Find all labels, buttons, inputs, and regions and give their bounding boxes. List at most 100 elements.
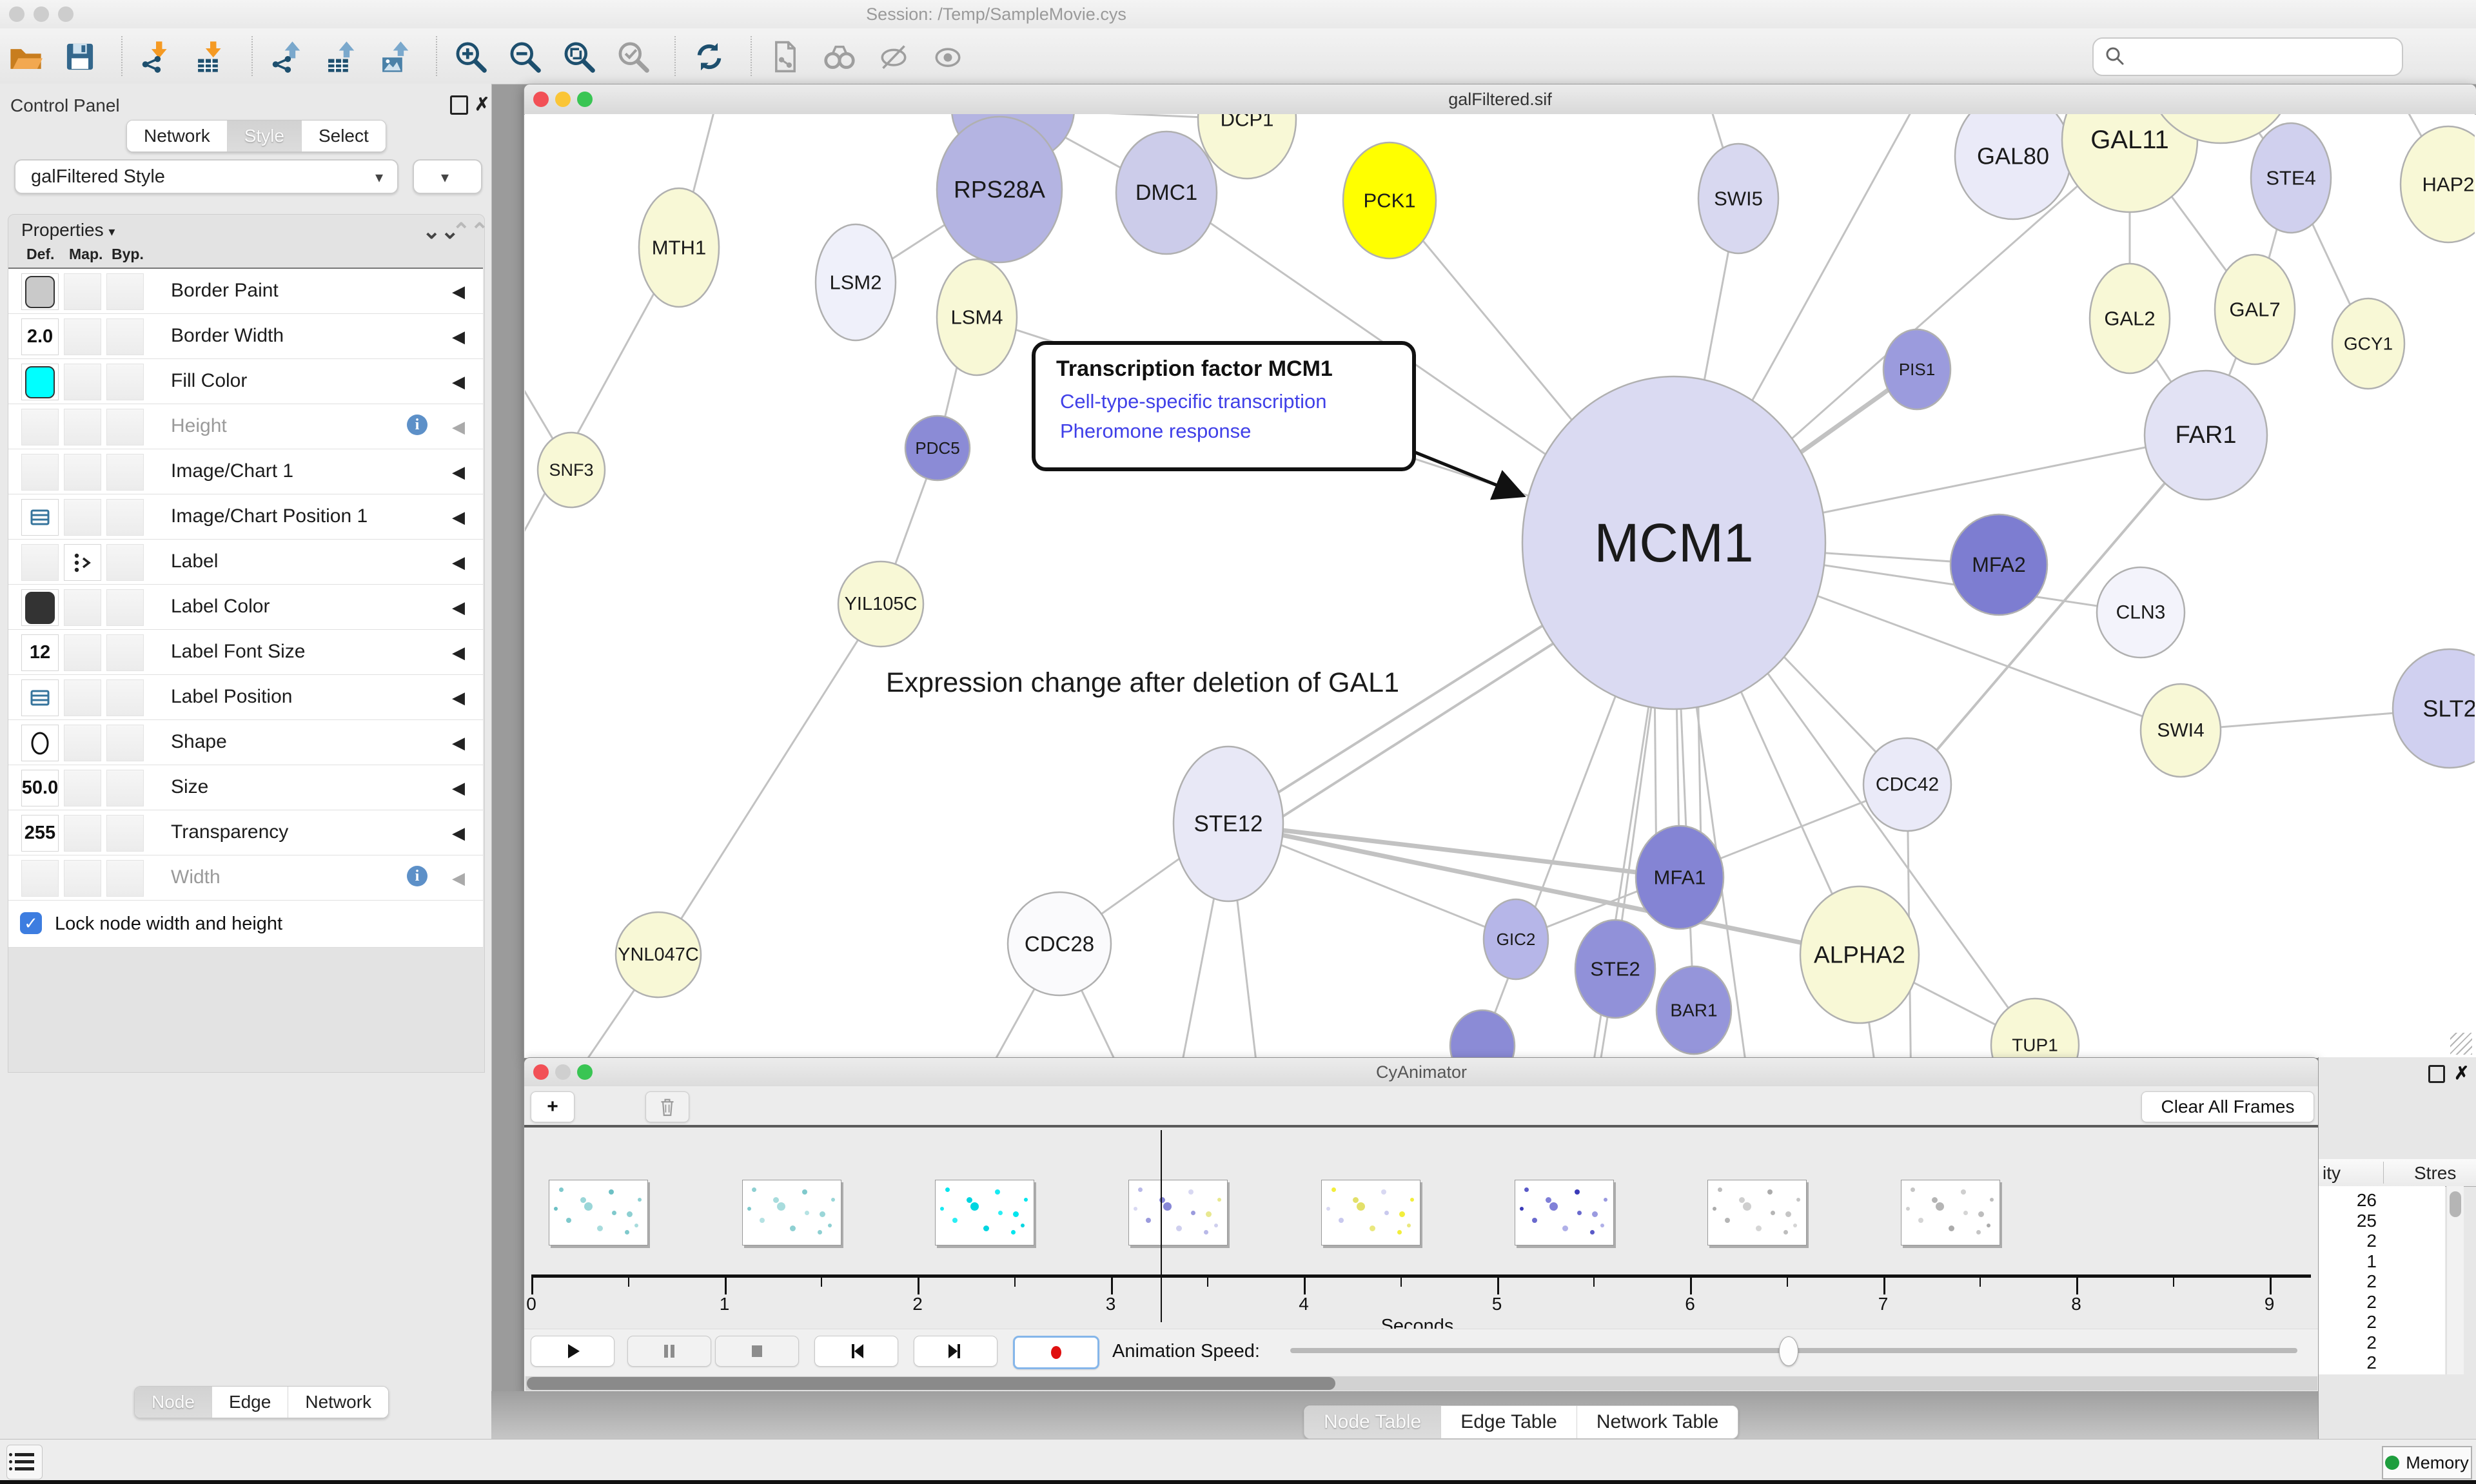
tab-node[interactable]: Node xyxy=(135,1387,212,1418)
horizontal-scrollbar[interactable] xyxy=(526,1376,2317,1391)
table-cell[interactable]: 2 xyxy=(2319,1312,2377,1332)
network-node-CLN3[interactable]: CLN3 xyxy=(2097,567,2185,658)
zoom-selected-button[interactable] xyxy=(613,37,654,76)
network-node-MFA1[interactable]: MFA1 xyxy=(1636,826,1724,929)
table-cell[interactable]: 2 xyxy=(2319,1231,2377,1251)
keyframe-thumbnail-2s[interactable] xyxy=(935,1180,1034,1245)
table-cell[interactable]: 2 xyxy=(2319,1333,2377,1352)
open-session-button[interactable] xyxy=(5,37,46,76)
property-row[interactable]: 2.0Border Width◀ xyxy=(8,314,483,359)
expand-property-icon[interactable]: ◀ xyxy=(452,823,465,843)
properties-header[interactable]: Properties ▾ xyxy=(21,220,115,240)
lock-checkbox[interactable]: ✓ xyxy=(20,912,42,934)
tab-network[interactable]: Network xyxy=(288,1387,388,1418)
tab-node-table[interactable]: Node Table xyxy=(1304,1406,1441,1438)
refresh-layout-button[interactable] xyxy=(689,37,730,76)
network-node-MFA2[interactable]: MFA2 xyxy=(1950,514,2047,615)
network-node-SWI5[interactable]: SWI5 xyxy=(1698,144,1778,253)
network-node-SLT2[interactable]: SLT2 xyxy=(2393,649,2475,768)
property-bypass-cell[interactable] xyxy=(106,725,144,761)
add-frame-button[interactable]: + xyxy=(531,1091,575,1122)
property-row[interactable]: Widthi◀ xyxy=(8,855,483,901)
table-body[interactable]: 26252122222 xyxy=(2319,1186,2445,1374)
network-node-STE12[interactable]: STE12 xyxy=(1174,747,1283,901)
play-button[interactable] xyxy=(531,1336,614,1367)
network-node-LSM4[interactable]: LSM4 xyxy=(937,259,1017,375)
annotation-link[interactable]: Pheromone response xyxy=(1060,420,1251,443)
close-panel-icon[interactable]: ✗ xyxy=(475,95,489,113)
property-row[interactable]: Border Paint◀ xyxy=(8,269,483,314)
property-default-cell[interactable]: 50.0 xyxy=(21,770,59,806)
property-bypass-cell[interactable] xyxy=(106,454,144,491)
property-row[interactable]: Image/Chart Position 1◀ xyxy=(8,494,483,540)
table-cell[interactable]: 26 xyxy=(2319,1190,2377,1210)
cyanimator-titlebar[interactable]: CyAnimator xyxy=(524,1058,2319,1087)
network-node-FAR1[interactable]: FAR1 xyxy=(2145,371,2267,500)
network-window-titlebar[interactable]: galFiltered.sif xyxy=(524,84,2476,115)
expand-property-icon[interactable]: ◀ xyxy=(452,282,465,302)
property-bypass-cell[interactable] xyxy=(106,409,144,445)
tab-edge-table[interactable]: Edge Table xyxy=(1441,1406,1577,1438)
vertical-scrollbar[interactable] xyxy=(2446,1186,2464,1374)
expand-property-icon[interactable]: ◀ xyxy=(452,733,465,753)
export-image-button[interactable] xyxy=(374,37,415,76)
network-node-ALPHA2[interactable]: ALPHA2 xyxy=(1800,886,1919,1023)
expand-property-icon[interactable]: ◀ xyxy=(452,372,465,392)
property-mapping-cell[interactable] xyxy=(64,634,101,671)
network-node-YIL105C[interactable]: YIL105C xyxy=(838,561,923,647)
timeline-playhead[interactable] xyxy=(1161,1130,1162,1322)
delete-frame-button[interactable] xyxy=(645,1091,689,1122)
property-default-cell[interactable]: 12 xyxy=(21,634,59,671)
property-row[interactable]: 50.0Size◀ xyxy=(8,765,483,810)
property-bypass-cell[interactable] xyxy=(106,634,144,671)
expand-property-icon[interactable]: ◀ xyxy=(452,868,465,888)
cyanimator-timeline[interactable]: 0123456789 Seconds xyxy=(524,1128,2319,1329)
property-bypass-cell[interactable] xyxy=(106,815,144,852)
property-bypass-cell[interactable] xyxy=(106,679,144,716)
keyframe-thumbnail-3s[interactable] xyxy=(1128,1180,1228,1245)
network-node-PDC5[interactable]: PDC5 xyxy=(905,416,970,480)
property-mapping-cell[interactable] xyxy=(64,725,101,761)
property-bypass-cell[interactable] xyxy=(106,273,144,310)
expand-property-icon[interactable]: ◀ xyxy=(452,327,465,347)
float-panel-icon[interactable] xyxy=(450,95,468,115)
expand-property-icon[interactable]: ◀ xyxy=(452,643,465,663)
window-minimize-icon[interactable] xyxy=(34,6,49,22)
network-node-BLUE1[interactable] xyxy=(1450,1010,1515,1057)
network-node-LSM2[interactable]: LSM2 xyxy=(816,224,896,340)
property-mapping-cell[interactable] xyxy=(64,860,101,897)
expand-property-icon[interactable]: ◀ xyxy=(452,462,465,482)
annotation-box[interactable]: Transcription factor MCM1 Cell-type-spec… xyxy=(1032,341,1416,471)
style-selector[interactable]: galFiltered Style ▾ xyxy=(14,159,398,194)
network-node-GAL80[interactable]: GAL80 xyxy=(1955,114,2071,219)
import-network-button[interactable] xyxy=(135,37,177,76)
table-column-header[interactable]: ity xyxy=(2323,1163,2341,1184)
info-icon[interactable]: i xyxy=(407,415,427,435)
property-default-cell[interactable] xyxy=(21,544,59,581)
network-node-SWI4[interactable]: SWI4 xyxy=(2141,684,2221,777)
property-row[interactable]: 12Label Font Size◀ xyxy=(8,630,483,675)
expand-property-icon[interactable]: ◀ xyxy=(452,507,465,527)
table-cell[interactable]: 2 xyxy=(2319,1271,2377,1291)
property-bypass-cell[interactable] xyxy=(106,499,144,536)
property-default-cell[interactable] xyxy=(21,499,59,536)
skip-to-end-button[interactable] xyxy=(914,1336,997,1367)
find-button[interactable] xyxy=(819,37,860,76)
network-node-MTH1[interactable]: MTH1 xyxy=(639,188,719,307)
property-default-cell[interactable] xyxy=(21,273,59,310)
property-row[interactable]: 255Transparency◀ xyxy=(8,810,483,855)
property-default-cell[interactable] xyxy=(21,454,59,491)
keyframe-thumbnail-4s[interactable] xyxy=(1321,1180,1420,1245)
scrollbar-thumb[interactable] xyxy=(2450,1191,2461,1217)
tab-select[interactable]: Select xyxy=(302,121,386,151)
tab-network-table[interactable]: Network Table xyxy=(1577,1406,1738,1438)
property-mapping-cell[interactable] xyxy=(64,318,101,355)
zoom-out-button[interactable] xyxy=(504,37,545,76)
annotation-link[interactable]: Cell-type-specific transcription xyxy=(1060,390,1326,413)
show-button[interactable] xyxy=(927,37,968,76)
property-mapping-cell[interactable] xyxy=(64,815,101,852)
resize-grip[interactable] xyxy=(2450,1033,2472,1055)
table-cell[interactable]: 2 xyxy=(2319,1292,2377,1312)
save-session-button[interactable] xyxy=(59,37,101,76)
tab-edge[interactable]: Edge xyxy=(212,1387,288,1418)
